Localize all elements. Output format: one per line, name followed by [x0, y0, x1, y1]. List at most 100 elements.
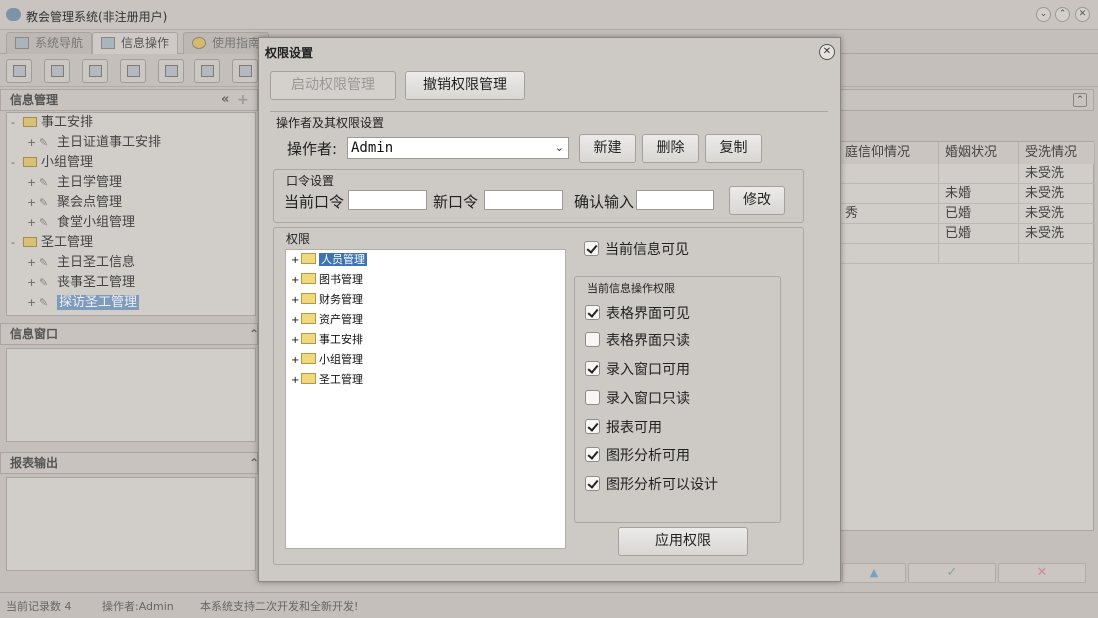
- close-app-icon[interactable]: ✕: [1075, 7, 1090, 22]
- permission-dialog: 权限设置 ✕ 启动权限管理 撤销权限管理 操作者及其权限设置 操作者: Admi…: [258, 37, 841, 582]
- grid-cell[interactable]: 未受洗: [1019, 184, 1095, 204]
- grid-cell[interactable]: 秀: [839, 204, 939, 224]
- entry-readonly-checkbox[interactable]: 录入窗口只读: [585, 389, 690, 409]
- tree-leaf[interactable]: + ✎ 主日圣工信息: [27, 253, 135, 273]
- group-label: 当前信息操作权限: [587, 282, 675, 295]
- close-icon[interactable]: ✕: [819, 44, 835, 60]
- users-icon: [127, 65, 140, 77]
- perm-tree-node[interactable]: + 图书管理: [291, 271, 363, 289]
- print-button[interactable]: [232, 59, 258, 83]
- operator-select[interactable]: Admin ⌄: [347, 137, 569, 159]
- window-button[interactable]: [158, 59, 184, 83]
- export-button[interactable]: [194, 59, 220, 83]
- grid-cell[interactable]: 已婚: [939, 204, 1019, 224]
- folder-icon: [301, 273, 316, 284]
- tree-leaf[interactable]: + ✎ 丧事圣工管理: [27, 273, 135, 293]
- info-manage-header: 信息管理 « +: [0, 89, 258, 111]
- guide-icon: [192, 37, 206, 49]
- grid-cell[interactable]: [839, 224, 939, 244]
- grid-visible-checkbox[interactable]: 表格界面可见: [585, 304, 690, 324]
- status-operator: 操作者:Admin: [102, 600, 174, 613]
- cross-icon[interactable]: ✕: [998, 563, 1086, 583]
- grid-cell[interactable]: 未受洗: [1019, 164, 1095, 184]
- perm-tree-node[interactable]: + 资产管理: [291, 311, 363, 329]
- report-enabled-checkbox[interactable]: 报表可用: [585, 418, 662, 438]
- chart-enabled-checkbox[interactable]: 图形分析可用: [585, 446, 690, 466]
- entry-enabled-checkbox[interactable]: 录入窗口可用: [585, 360, 690, 380]
- enable-permission-button[interactable]: 启动权限管理: [270, 71, 396, 100]
- tab-user-guide[interactable]: 使用指南: [183, 32, 270, 54]
- collapse-left-icon[interactable]: «: [221, 90, 229, 110]
- data-grid: 庭信仰情况 婚姻状况 受洗情况 未受洗 未婚 未受洗 秀 已婚 未受洗 已婚 未…: [838, 141, 1095, 531]
- folder-icon: [301, 333, 316, 344]
- current-info-visible-checkbox[interactable]: 当前信息可见: [584, 240, 689, 260]
- grid-header[interactable]: 庭信仰情况: [839, 142, 939, 164]
- perm-tree-node[interactable]: + 圣工管理: [291, 371, 363, 389]
- folder-icon: [23, 237, 37, 247]
- perm-node-label: 财务管理: [319, 293, 363, 306]
- grid-header[interactable]: 婚姻状况: [939, 142, 1019, 164]
- tree-leaf[interactable]: + ✎ 聚会点管理: [27, 193, 122, 213]
- monitor-icon: [15, 37, 29, 49]
- up-icon[interactable]: ▲: [842, 563, 906, 583]
- tree-leaf[interactable]: + ✎ 主日学管理: [27, 173, 122, 193]
- check-icon[interactable]: ✓: [908, 563, 996, 583]
- collapse-right-icon[interactable]: ⌃: [1073, 93, 1087, 107]
- apply-permission-button[interactable]: 应用权限: [618, 527, 748, 556]
- copy-operator-button[interactable]: 复制: [705, 134, 762, 163]
- grid-cell[interactable]: [839, 184, 939, 204]
- tree-folder[interactable]: - 事工安排: [11, 113, 93, 133]
- document-button[interactable]: [82, 59, 108, 83]
- chart-design-checkbox[interactable]: 图形分析可以设计: [585, 475, 718, 495]
- tab-info-ops[interactable]: 信息操作: [92, 32, 179, 54]
- checkbox-label: 图形分析可以设计: [606, 477, 718, 493]
- tab-system-nav[interactable]: 系统导航: [6, 32, 93, 54]
- info-window-header: 信息窗口 ⌃: [0, 323, 259, 345]
- users-button[interactable]: [120, 59, 146, 83]
- tree-folder[interactable]: - 圣工管理: [11, 233, 93, 253]
- search-button[interactable]: [6, 59, 32, 83]
- grid-header[interactable]: 受洗情况: [1019, 142, 1095, 164]
- delete-operator-button[interactable]: 删除: [642, 134, 699, 163]
- grid-cell[interactable]: [939, 164, 1019, 184]
- checkbox-box: [585, 476, 600, 491]
- grid-cell[interactable]: [839, 164, 939, 184]
- checkbox-box: [585, 419, 600, 434]
- modify-password-button[interactable]: 修改: [729, 186, 785, 215]
- separator: [270, 111, 828, 112]
- grid-cell[interactable]: 未婚: [939, 184, 1019, 204]
- confirm-password-input[interactable]: [636, 190, 714, 210]
- tree-leaf[interactable]: + ✎ 食堂小组管理: [27, 213, 135, 233]
- grid-cell[interactable]: 未受洗: [1019, 204, 1095, 224]
- grid-cell[interactable]: [839, 244, 939, 264]
- tree-leaf[interactable]: + ✎ 主日证道事工安排: [27, 133, 161, 153]
- grid-cell[interactable]: 已婚: [939, 224, 1019, 244]
- view-button[interactable]: [44, 59, 70, 83]
- grid-cell[interactable]: [1019, 244, 1095, 264]
- current-password-input[interactable]: [348, 190, 427, 210]
- new-operator-button[interactable]: 新建: [579, 134, 636, 163]
- add-icon[interactable]: +: [237, 90, 249, 110]
- operator-label: 操作者:: [287, 140, 338, 158]
- export-icon: [201, 65, 214, 77]
- minimize-icon[interactable]: ⌄: [1036, 7, 1051, 22]
- tab-label: 信息操作: [121, 36, 170, 50]
- chevron-down-icon: ⌄: [554, 141, 564, 154]
- revoke-permission-button[interactable]: 撤销权限管理: [405, 71, 525, 100]
- perm-tree-node[interactable]: + 小组管理: [291, 351, 363, 369]
- tree-folder[interactable]: - 小组管理: [11, 153, 93, 173]
- grid-cell[interactable]: [939, 244, 1019, 264]
- checkbox-box: [584, 241, 599, 256]
- grid-readonly-checkbox[interactable]: 表格界面只读: [585, 331, 690, 351]
- grid-cell[interactable]: 未受洗: [1019, 224, 1095, 244]
- maximize-icon[interactable]: ⌃: [1055, 7, 1070, 22]
- new-password-input[interactable]: [484, 190, 563, 210]
- tree-leaf-selected[interactable]: + ✎ 探访圣工管理: [27, 293, 140, 313]
- grid-footer: ▲ ✓ ✕: [838, 562, 1094, 586]
- tab-label: 使用指南: [212, 36, 261, 50]
- perm-tree-node[interactable]: + 事工安排: [291, 331, 363, 349]
- confirm-password-label: 确认输入: [574, 193, 635, 211]
- perm-tree-node[interactable]: + 人员管理: [291, 251, 367, 269]
- checkbox-box: [585, 332, 600, 347]
- perm-tree-node[interactable]: + 财务管理: [291, 291, 363, 309]
